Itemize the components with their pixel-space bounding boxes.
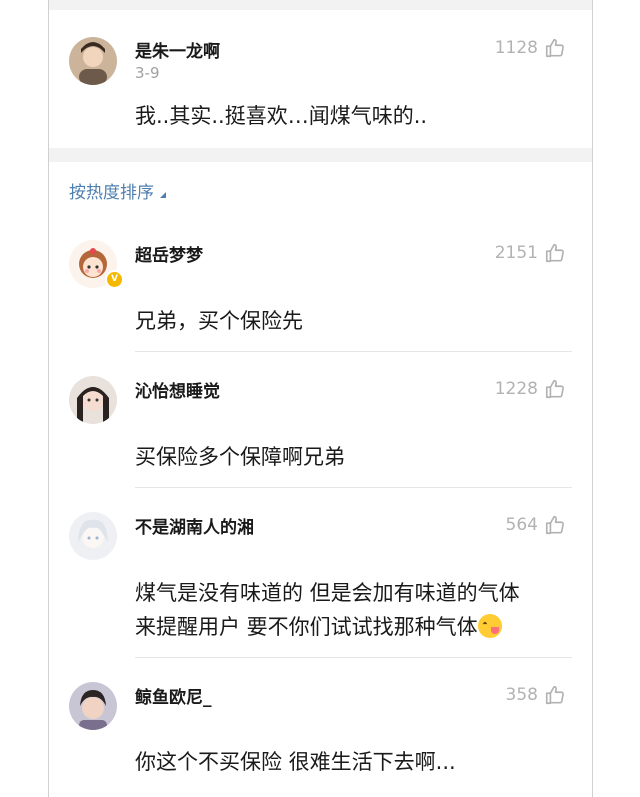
thumbs-up-icon — [544, 684, 566, 706]
thumbs-up-icon — [544, 514, 566, 536]
comment-text-line: 煤气是没有味道的 但是会加有味道的气体 — [135, 581, 520, 605]
thumbs-up-icon — [544, 378, 566, 400]
comment-text-line: 来提醒用户 要不你们试试找那种气体 — [135, 610, 572, 644]
comment-text: 你这个不买保险 很难生活下去啊... — [135, 750, 456, 774]
like-count: 564 — [505, 515, 538, 535]
comment-text: 我..其实..挺喜欢…闻煤气味的.. — [135, 104, 428, 128]
like-count: 358 — [505, 685, 538, 705]
sort-label: 按热度排序 — [69, 183, 154, 203]
comment-author[interactable]: 沁怡想睡觉 — [135, 377, 220, 402]
like-button[interactable]: 564 — [506, 513, 566, 537]
comment-author[interactable]: 超岳梦梦 — [135, 241, 203, 266]
avatar[interactable] — [69, 376, 117, 424]
comment-panel: 是朱一龙啊 3-9 1128 我..其实..挺喜欢…闻煤气味的.. 按热度排序 … — [48, 0, 593, 797]
comment-text-line-2: 来提醒用户 要不你们试试找那种气体 — [135, 615, 478, 639]
avatar[interactable] — [69, 512, 117, 560]
comment-author[interactable]: 鲸鱼欧尼_ — [135, 683, 212, 708]
divider — [135, 487, 572, 488]
comment-author[interactable]: 是朱一龙啊 — [135, 37, 220, 62]
verified-badge-icon: V — [105, 270, 124, 289]
comment-text: 兄弟，买个保险先 — [135, 309, 303, 333]
like-count: 1228 — [494, 379, 538, 399]
sort-triangle-icon — [160, 191, 166, 198]
avatar[interactable] — [69, 37, 117, 85]
thumbs-up-icon — [544, 37, 566, 59]
like-count: 2151 — [494, 243, 538, 263]
like-button[interactable]: 358 — [506, 683, 566, 707]
section-separator — [49, 148, 592, 162]
comment-text: 买保险多个保障啊兄弟 — [135, 445, 345, 469]
like-button[interactable]: 1228 — [495, 377, 566, 401]
top-separator — [49, 0, 592, 10]
divider — [135, 657, 572, 658]
thumbs-up-icon — [544, 242, 566, 264]
like-button[interactable]: 2151 — [495, 241, 566, 265]
yum-emoji-icon — [477, 614, 502, 638]
comment-author[interactable]: 不是湖南人的湘 — [135, 513, 254, 538]
comment-date: 3-9 — [135, 64, 160, 82]
avatar[interactable] — [69, 682, 117, 730]
divider — [135, 351, 572, 352]
sort-toggle[interactable]: 按热度排序 — [69, 178, 166, 203]
like-count: 1128 — [494, 38, 538, 58]
like-button[interactable]: 1128 — [495, 36, 566, 60]
